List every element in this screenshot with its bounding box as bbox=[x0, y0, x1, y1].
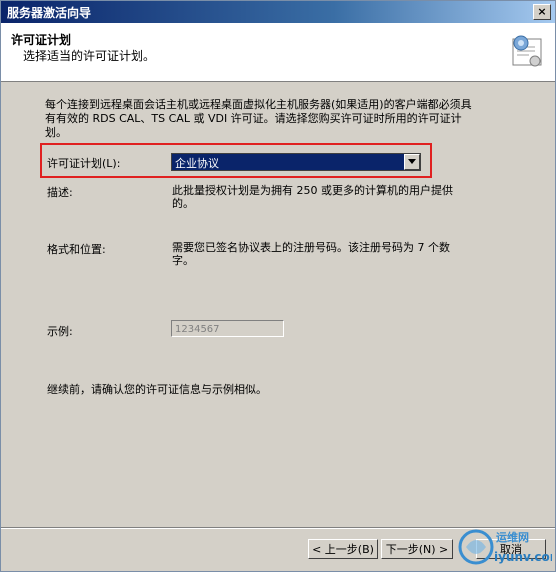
license-plan-select[interactable]: 企业协议 bbox=[171, 153, 421, 171]
page-title: 许可证计划 bbox=[11, 33, 72, 47]
license-plan-label: 许可证计划(L): bbox=[47, 157, 121, 170]
sample-field: 1234567 bbox=[171, 320, 284, 337]
confirm-text: 继续前，请确认您的许可证信息与示例相似。 bbox=[47, 383, 267, 396]
description-text: 此批量授权计划是为拥有 250 或更多的计算机的用户提供的。 bbox=[172, 184, 453, 210]
description-label: 描述: bbox=[47, 186, 73, 199]
back-button[interactable]: < 上一步(B) bbox=[308, 539, 378, 559]
certificate-icon bbox=[512, 35, 542, 67]
watermark-logo: 运维网 iyunv.com bbox=[458, 529, 552, 565]
window-title: 服务器激活向导 bbox=[7, 6, 92, 20]
sample-label: 示例: bbox=[47, 325, 73, 338]
page-subtitle: 选择适当的许可证计划。 bbox=[23, 49, 156, 63]
watermark-url: iyunv.com bbox=[494, 550, 552, 564]
watermark-text: 运维网 bbox=[496, 530, 529, 544]
close-button[interactable]: × bbox=[533, 4, 551, 20]
title-bar[interactable]: 服务器激活向导 × bbox=[1, 1, 555, 23]
chevron-down-icon[interactable] bbox=[404, 154, 420, 170]
wizard-window: 服务器激活向导 × 许可证计划 选择适当的许可证计划。 每个连接到远程桌面会话主… bbox=[0, 0, 556, 572]
format-text: 需要您已签名协议表上的注册号码。该注册号码为 7 个数字。 bbox=[172, 241, 450, 267]
intro-text: 每个连接到远程桌面会话主机或远程桌面虚拟化主机服务器(如果适用)的客户端都必须具… bbox=[45, 98, 472, 139]
license-plan-selected: 企业协议 bbox=[175, 157, 219, 170]
next-button[interactable]: 下一步(N) > bbox=[381, 539, 453, 559]
format-label: 格式和位置: bbox=[47, 243, 106, 256]
wizard-header: 许可证计划 选择适当的许可证计划。 bbox=[1, 23, 555, 82]
